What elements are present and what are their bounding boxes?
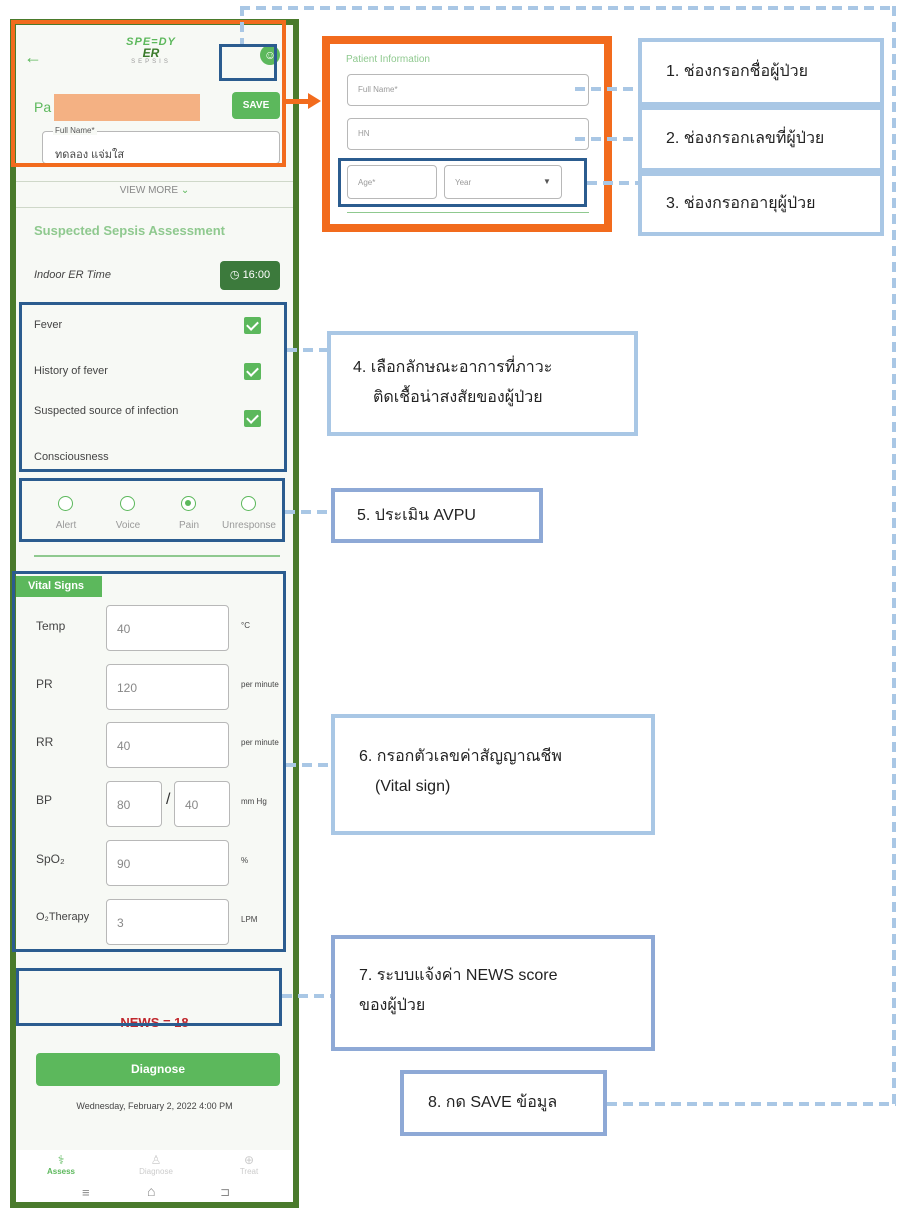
callout-2: 2. ช่องกรอกเลขที่ผู้ป่วย [638,106,884,172]
zoom-hn-field[interactable]: HN [347,118,589,150]
arrow-head-icon [308,93,321,109]
callout-8: 8. กด SAVE ข้อมูล [400,1070,607,1136]
chevron-down-icon: ⌄ [180,185,190,196]
back-nav-icon[interactable]: ⊐ [220,1185,230,1199]
menu-nav-icon[interactable]: ≡ [82,1185,90,1200]
callout-4: 4. เลือกลักษณะอาการที่ภาวะ ติดเชื้อน่าสง… [327,331,638,436]
indoor-er-label: Indoor ER Time [34,269,111,281]
highlight-news [16,968,282,1026]
home-nav-icon[interactable]: ⌂ [147,1183,155,1199]
doctor-icon: ♙ [150,1153,162,1167]
highlight-avpu [19,478,285,542]
highlight-patient-info [11,20,286,167]
treat-icon: ⊕ [243,1153,255,1167]
view-more-button[interactable]: VIEW MORE ⌄ [16,185,293,196]
callout-3: 3. ช่องกรอกอายุผู้ป่วย [638,172,884,236]
callout-5: 5. ประเมิน AVPU [331,488,543,543]
arrow-line [286,99,308,104]
section-title: Suspected Sepsis Assessment [34,223,225,238]
callout-7: 7. ระบบแจ้งค่า NEWS score ของผู้ป่วย [331,935,655,1051]
diagnose-button[interactable]: Diagnose [36,1053,280,1086]
time-picker-button[interactable]: ◷ 16:00 [220,261,280,290]
tab-assess[interactable]: ⚕ Assess [36,1153,86,1176]
tab-treat[interactable]: ⊕ Treat [224,1153,274,1176]
stethoscope-icon: ⚕ [57,1153,65,1167]
zoom-full-name-field[interactable]: Full Name* [347,74,589,106]
highlight-vitals [12,571,286,952]
tab-diagnose[interactable]: ♙ Diagnose [128,1153,184,1176]
highlight-age-row [338,158,587,207]
zoom-heading: Patient Information [346,54,430,65]
clock-icon: ◷ [229,269,240,281]
datetime-text: Wednesday, February 2, 2022 4:00 PM [76,1101,233,1111]
callout-6: 6. กรอกตัวเลขค่าสัญญาณชีพ (Vital sign) [331,714,655,835]
highlight-symptoms [19,302,287,472]
highlight-save-button [219,44,277,81]
callout-1: 1. ช่องกรอกชื่อผู้ป่วย [638,38,884,106]
